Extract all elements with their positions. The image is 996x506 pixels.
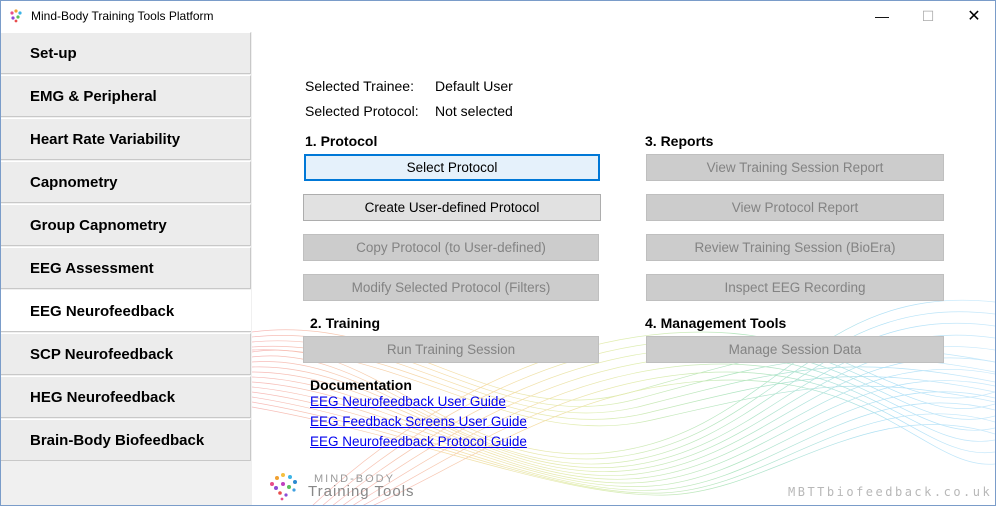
protocol-section-heading: 1. Protocol [305, 133, 378, 149]
website-url: MBTTbiofeedback.co.uk [788, 485, 993, 499]
sidebar-item-heg-neurofeedback[interactable]: HEG Neurofeedback [1, 376, 251, 418]
window-title: Mind-Body Training Tools Platform [31, 9, 214, 23]
selected-trainee-value: Default User [435, 78, 513, 94]
selected-protocol-value: Not selected [435, 103, 513, 119]
view-training-session-report-button[interactable]: View Training Session Report [646, 154, 944, 181]
sidebar-item-group-capnometry[interactable]: Group Capnometry [1, 204, 251, 246]
inspect-eeg-recording-button[interactable]: Inspect EEG Recording [646, 274, 944, 301]
doc-link-protocol-guide[interactable]: EEG Neurofeedback Protocol Guide [310, 434, 527, 449]
logo-text-training-tools: Training Tools [308, 483, 415, 500]
maximize-button[interactable]: ☐ [905, 1, 951, 31]
brain-logo-icon [10, 9, 22, 23]
title-bar[interactable]: Mind-Body Training Tools Platform — ☐ ✕ [1, 1, 995, 31]
management-tools-heading: 4. Management Tools [645, 315, 787, 331]
select-protocol-button[interactable]: Select Protocol [304, 154, 600, 181]
sidebar: Set-up EMG & Peripheral Heart Rate Varia… [1, 32, 252, 505]
close-icon: ✕ [967, 8, 981, 25]
sidebar-item-capnometry[interactable]: Capnometry [1, 161, 251, 203]
selected-protocol-label: Selected Protocol: [305, 103, 419, 119]
minimize-icon: — [875, 8, 889, 24]
sidebar-item-scp-neurofeedback[interactable]: SCP Neurofeedback [1, 333, 251, 375]
sidebar-item-heart-rate-variability[interactable]: Heart Rate Variability [1, 118, 251, 160]
review-training-session-button[interactable]: Review Training Session (BioEra) [646, 234, 944, 261]
view-protocol-report-button[interactable]: View Protocol Report [646, 194, 944, 221]
manage-session-data-button[interactable]: Manage Session Data [646, 336, 944, 363]
modify-selected-protocol-button[interactable]: Modify Selected Protocol (Filters) [303, 274, 599, 301]
create-user-defined-protocol-button[interactable]: Create User-defined Protocol [303, 194, 601, 221]
main-panel: Selected Trainee: Default User Selected … [252, 32, 995, 505]
minimize-button[interactable]: — [859, 1, 905, 31]
sidebar-item-emg-peripheral[interactable]: EMG & Peripheral [1, 75, 251, 117]
sidebar-item-setup[interactable]: Set-up [1, 32, 251, 74]
sidebar-item-eeg-assessment[interactable]: EEG Assessment [1, 247, 251, 289]
sidebar-item-brain-body-biofeedback[interactable]: Brain-Body Biofeedback [1, 419, 251, 461]
reports-section-heading: 3. Reports [645, 133, 714, 149]
copy-protocol-button[interactable]: Copy Protocol (to User-defined) [303, 234, 599, 261]
training-section-heading: 2. Training [310, 315, 381, 331]
sidebar-item-eeg-neurofeedback[interactable]: EEG Neurofeedback [1, 290, 251, 332]
selected-trainee-label: Selected Trainee: [305, 78, 414, 94]
app-window: Mind-Body Training Tools Platform — ☐ ✕ … [0, 0, 996, 506]
doc-link-feedback-screens-guide[interactable]: EEG Feedback Screens User Guide [310, 414, 527, 429]
brain-logo-icon [270, 473, 297, 501]
close-button[interactable]: ✕ [951, 1, 995, 31]
doc-link-user-guide[interactable]: EEG Neurofeedback User Guide [310, 394, 506, 409]
run-training-session-button[interactable]: Run Training Session [303, 336, 599, 363]
maximize-icon: ☐ [921, 7, 935, 24]
documentation-heading: Documentation [310, 377, 412, 393]
